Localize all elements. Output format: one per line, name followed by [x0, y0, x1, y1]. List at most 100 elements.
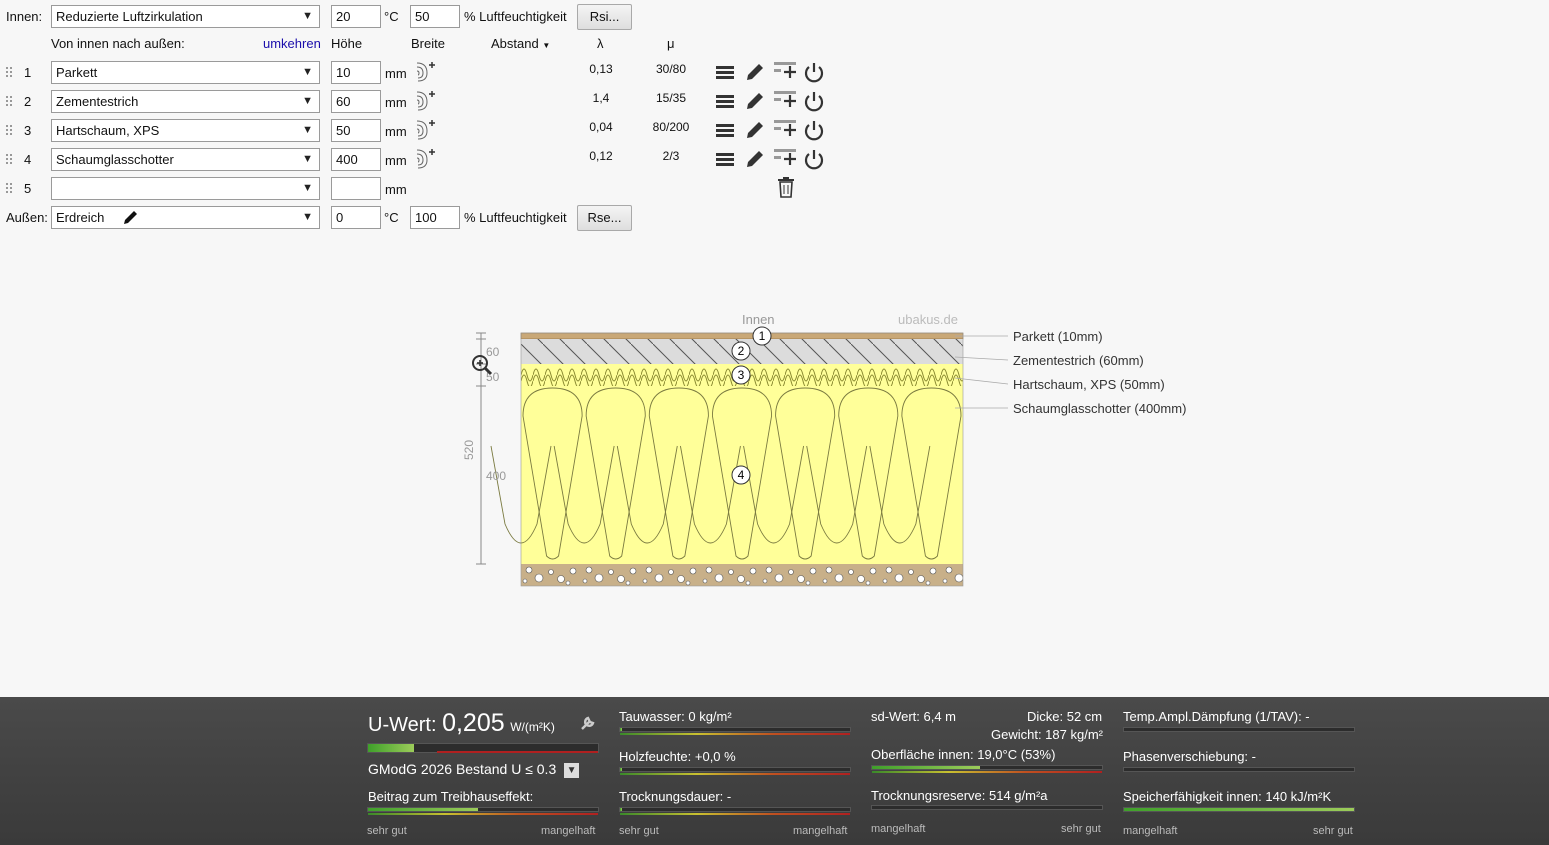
- sd-label: sd-Wert: 6,4 m: [871, 709, 957, 724]
- rsi-button[interactable]: Rsi...: [577, 4, 632, 30]
- reverse-link[interactable]: umkehren: [263, 32, 321, 56]
- layer-thickness-input[interactable]: 60: [331, 90, 381, 113]
- pencil-icon[interactable]: [744, 148, 766, 170]
- phase-label: Phasenverschiebung: -: [1123, 749, 1256, 764]
- layer-thickness-input[interactable]: 10: [331, 61, 381, 84]
- drag-handle-icon[interactable]: [6, 154, 14, 166]
- storage-bar: [1123, 807, 1355, 812]
- standard-select[interactable]: GModG 2026 Bestand U ≤ 0.3 ▼: [368, 761, 580, 778]
- timber-frame-icon[interactable]: [415, 148, 437, 170]
- drag-handle-icon[interactable]: [6, 183, 14, 195]
- marker-2-label: 2: [738, 344, 745, 358]
- layer-material-select[interactable]: Hartschaum, XPS ▼: [51, 119, 320, 142]
- dim-400-label: 400: [486, 469, 506, 483]
- menu-icon[interactable]: [714, 90, 736, 112]
- pencil-icon[interactable]: [744, 61, 766, 83]
- u-value: 0,205: [442, 709, 505, 737]
- drying-time-bar: [619, 807, 851, 815]
- layer-material-select[interactable]: Schaumglasschotter ▼: [51, 148, 320, 171]
- pencil-icon[interactable]: [744, 119, 766, 141]
- diagram-layer-gravel: [521, 564, 963, 586]
- drying-reserve-label: Trocknungsreserve: 514 g/m²a: [871, 788, 1048, 803]
- inside-humidity-input[interactable]: 50: [410, 5, 460, 28]
- layer-thickness-input[interactable]: [331, 177, 381, 200]
- power-icon[interactable]: [803, 90, 825, 112]
- tav-bar: [1123, 727, 1355, 732]
- insert-layer-icon[interactable]: [774, 89, 796, 111]
- callout-parkett: Parkett (10mm): [1013, 329, 1103, 344]
- tav-label: Temp.Ampl.Dämpfung (1/TAV): -: [1123, 709, 1310, 724]
- insert-layer-icon[interactable]: [774, 118, 796, 140]
- insert-layer-icon[interactable]: [774, 147, 796, 169]
- chevron-down-icon: ▼: [302, 211, 313, 223]
- diagram-layer-parkett: [520, 332, 964, 340]
- drag-handle-icon[interactable]: [6, 125, 14, 137]
- u-unit: W/(m²K): [510, 720, 555, 734]
- layer-thickness-unit: mm: [385, 95, 407, 110]
- menu-icon[interactable]: [714, 61, 736, 83]
- scale-bad: mangelhaft: [871, 823, 926, 835]
- dew-label: Tauwasser: 0 kg/m²: [619, 709, 732, 724]
- width-header: Breite: [411, 36, 445, 51]
- greenhouse-bar: [367, 807, 599, 815]
- layer-mu: 30/80: [655, 62, 687, 76]
- scale-good: sehr gut: [619, 825, 659, 837]
- dim-60-label: 60: [486, 345, 500, 359]
- layer-material-value: Schaumglasschotter: [56, 152, 174, 167]
- drag-handle-icon[interactable]: [6, 67, 14, 79]
- layer-thickness-input[interactable]: 400: [331, 148, 381, 171]
- timber-frame-icon[interactable]: [415, 61, 437, 83]
- direction-label: Von innen nach außen:: [51, 36, 185, 51]
- layer-thickness-unit: mm: [385, 124, 407, 139]
- power-icon[interactable]: [803, 148, 825, 170]
- drying-reserve-bar: [871, 805, 1103, 810]
- inside-temp-unit: °C: [384, 9, 399, 24]
- scale-bad: mangelhaft: [793, 825, 848, 837]
- timber-frame-icon[interactable]: [415, 90, 437, 112]
- scale-good: sehr gut: [1313, 825, 1353, 837]
- distance-header[interactable]: Abstand ▼: [491, 32, 550, 58]
- u-value-bar: [367, 743, 599, 753]
- pencil-icon[interactable]: [744, 90, 766, 112]
- layer-lambda: 0,12: [589, 149, 613, 163]
- outside-humidity-input[interactable]: 100: [410, 206, 460, 229]
- wrench-icon[interactable]: [579, 714, 597, 732]
- chevron-down-icon: ▼: [302, 10, 313, 22]
- layer-lambda: 1,4: [592, 91, 610, 105]
- layer-diagram: Innen ubakus.de 520 60 50 400 1 2 3 4 Pa…: [462, 312, 1186, 587]
- power-icon[interactable]: [803, 119, 825, 141]
- outside-climate-select[interactable]: Erdreich ▼: [51, 206, 320, 229]
- inside-climate-select[interactable]: Reduzierte Luftzirkulation ▼: [51, 5, 320, 28]
- layer-thickness-input[interactable]: 50: [331, 119, 381, 142]
- layer-material-value: Zementestrich: [56, 94, 139, 109]
- trash-icon[interactable]: [776, 177, 798, 199]
- inside-humidity-label: % Luftfeuchtigkeit: [464, 9, 567, 24]
- chevron-down-icon[interactable]: ▼: [564, 762, 580, 778]
- pencil-icon[interactable]: [122, 210, 140, 226]
- rse-button[interactable]: Rse...: [577, 205, 632, 231]
- height-header: Höhe: [331, 36, 363, 51]
- thickness-label: Dicke: 52 cm: [1027, 709, 1103, 724]
- timber-frame-icon[interactable]: [415, 119, 437, 141]
- surface-bar: [871, 765, 1103, 773]
- layer-thickness-unit: mm: [385, 182, 407, 197]
- chevron-down-icon: ▼: [302, 153, 313, 165]
- results-panel: U-Wert: 0,205 W/(m²K) GModG 2026 Bestand…: [0, 697, 1549, 845]
- phase-bar: [1123, 767, 1355, 772]
- layer-material-select[interactable]: Zementestrich ▼: [51, 90, 320, 113]
- drag-handle-icon[interactable]: [6, 96, 14, 108]
- layer-number: 5: [24, 181, 32, 196]
- dim-total-label: 520: [462, 440, 476, 460]
- layer-material-select[interactable]: Parkett ▼: [51, 61, 320, 84]
- outside-temp-input[interactable]: 0: [331, 206, 381, 229]
- wood-moisture-label: Holzfeuchte: +0,0 %: [619, 749, 736, 764]
- menu-icon[interactable]: [714, 148, 736, 170]
- menu-icon[interactable]: [714, 119, 736, 141]
- power-icon[interactable]: [803, 61, 825, 83]
- marker-3-label: 3: [738, 368, 745, 382]
- insert-layer-icon[interactable]: [774, 60, 796, 82]
- inside-temp-input[interactable]: 20: [331, 5, 381, 28]
- chevron-down-icon: ▼: [302, 66, 313, 78]
- weight-label: Gewicht: 187 kg/m²: [991, 727, 1103, 742]
- layer-material-select[interactable]: ▼: [51, 177, 320, 200]
